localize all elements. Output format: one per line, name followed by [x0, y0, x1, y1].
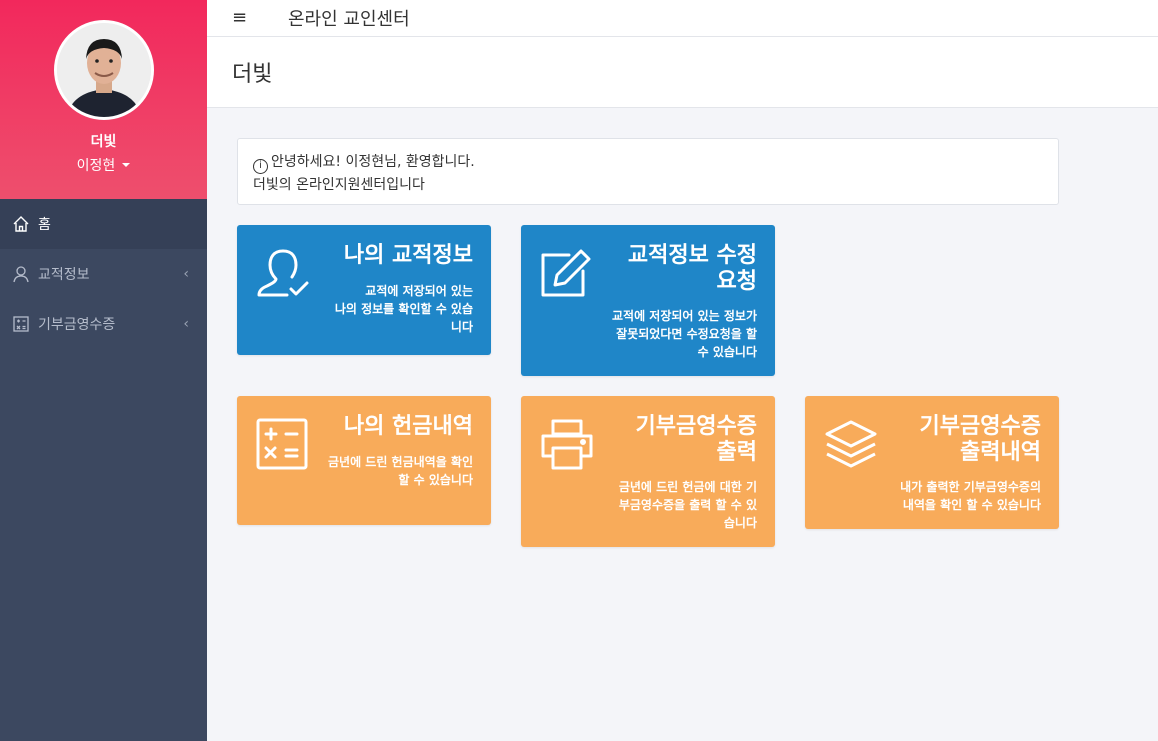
caret-down-icon [122, 163, 131, 167]
card-title: 나의 교적정보 [343, 243, 473, 268]
notice-line-1: i 안녕하세요! 이정현님, 환영합니다. [253, 151, 1043, 174]
welcome-notice: i 안녕하세요! 이정현님, 환영합니다. 더빛의 온라인지원센터입니다 [237, 138, 1059, 205]
avatar [53, 20, 154, 120]
card-title: 기부금영수증 출력 [635, 414, 757, 465]
profile-panel: 더빛 이정현 [0, 0, 207, 199]
user-check-icon [255, 245, 311, 301]
org-name: 더빛 [90, 134, 117, 150]
card-description: 교적에 저장되어 있는 정보가 잘못되었다면 수정요청을 할 수 있습니다 [611, 309, 757, 359]
card-member-info-edit-request[interactable]: 교적정보 수정 요청 교적에 저장되어 있는 정보가 잘못되었다면 수정요청을 … [521, 225, 775, 376]
page-header: 더빛 [207, 37, 1158, 108]
sidebar-item-donation-receipt[interactable]: 기부금영수증 ‹ [0, 299, 207, 349]
sidebar-item-member-info[interactable]: 교적정보 ‹ [0, 249, 207, 299]
user-icon [12, 265, 30, 283]
page-title: 더빛 [232, 62, 273, 87]
user-menu-toggle[interactable]: 이정현 [77, 155, 131, 175]
card-description: 교적에 저장되어 있는 나의 정보를 확인할 수 있습 니다 [334, 284, 473, 334]
card-description: 금년에 드린 헌금내역을 확인 할 수 있습니다 [327, 455, 473, 487]
sidebar-item-label: 홈 [38, 217, 51, 233]
card-my-member-info[interactable]: 나의 교적정보 교적에 저장되어 있는 나의 정보를 확인할 수 있습 니다 [237, 225, 491, 355]
hamburger-menu-icon[interactable]: ≡ [232, 9, 256, 27]
card-title: 기부금영수증 출력내역 [919, 414, 1041, 465]
chevron-left-icon: ‹ [183, 266, 189, 282]
printer-icon [539, 416, 595, 472]
sidebar: 더빛 이정현 홈 교적정보 ‹ 기부금영수증 ‹ [0, 0, 207, 741]
card-description: 금년에 드린 헌금에 대한 기 부금영수증을 출력 할 수 있 습니다 [618, 480, 757, 530]
user-name: 이정현 [76, 158, 116, 174]
sidebar-item-home[interactable]: 홈 [0, 199, 207, 249]
card-title: 교적정보 수정 요청 [627, 243, 757, 294]
notice-line-2: 더빛의 온라인지원센터입니다 [253, 176, 425, 193]
card-donation-receipt-history[interactable]: 기부금영수증 출력내역 내가 출력한 기부금영수증의 내역을 확인 할 수 있습… [805, 396, 1059, 529]
chevron-left-icon: ‹ [183, 316, 189, 332]
top-navbar: ≡ 온라인 교인센터 [207, 0, 1158, 37]
notice-greeting: 안녕하세요! 이정현님, 환영합니다. [271, 154, 475, 170]
calculator-icon [12, 315, 30, 333]
home-icon [12, 215, 30, 233]
sidebar-item-label: 교적정보 [38, 267, 90, 283]
info-icon: i [253, 158, 268, 174]
calculator-icon [255, 416, 311, 472]
layers-icon [823, 416, 879, 472]
card-title: 나의 헌금내역 [343, 414, 473, 439]
edit-icon [539, 245, 595, 301]
card-description: 내가 출력한 기부금영수증의 내역을 확인 할 수 있습니다 [900, 480, 1041, 512]
card-my-offering-history[interactable]: 나의 헌금내역 금년에 드린 헌금내역을 확인 할 수 있습니다 [237, 396, 491, 525]
card-donation-receipt-print[interactable]: 기부금영수증 출력 금년에 드린 헌금에 대한 기 부금영수증을 출력 할 수 … [521, 396, 775, 547]
sidebar-item-label: 기부금영수증 [38, 317, 116, 333]
app-title: 온라인 교인센터 [288, 9, 410, 30]
